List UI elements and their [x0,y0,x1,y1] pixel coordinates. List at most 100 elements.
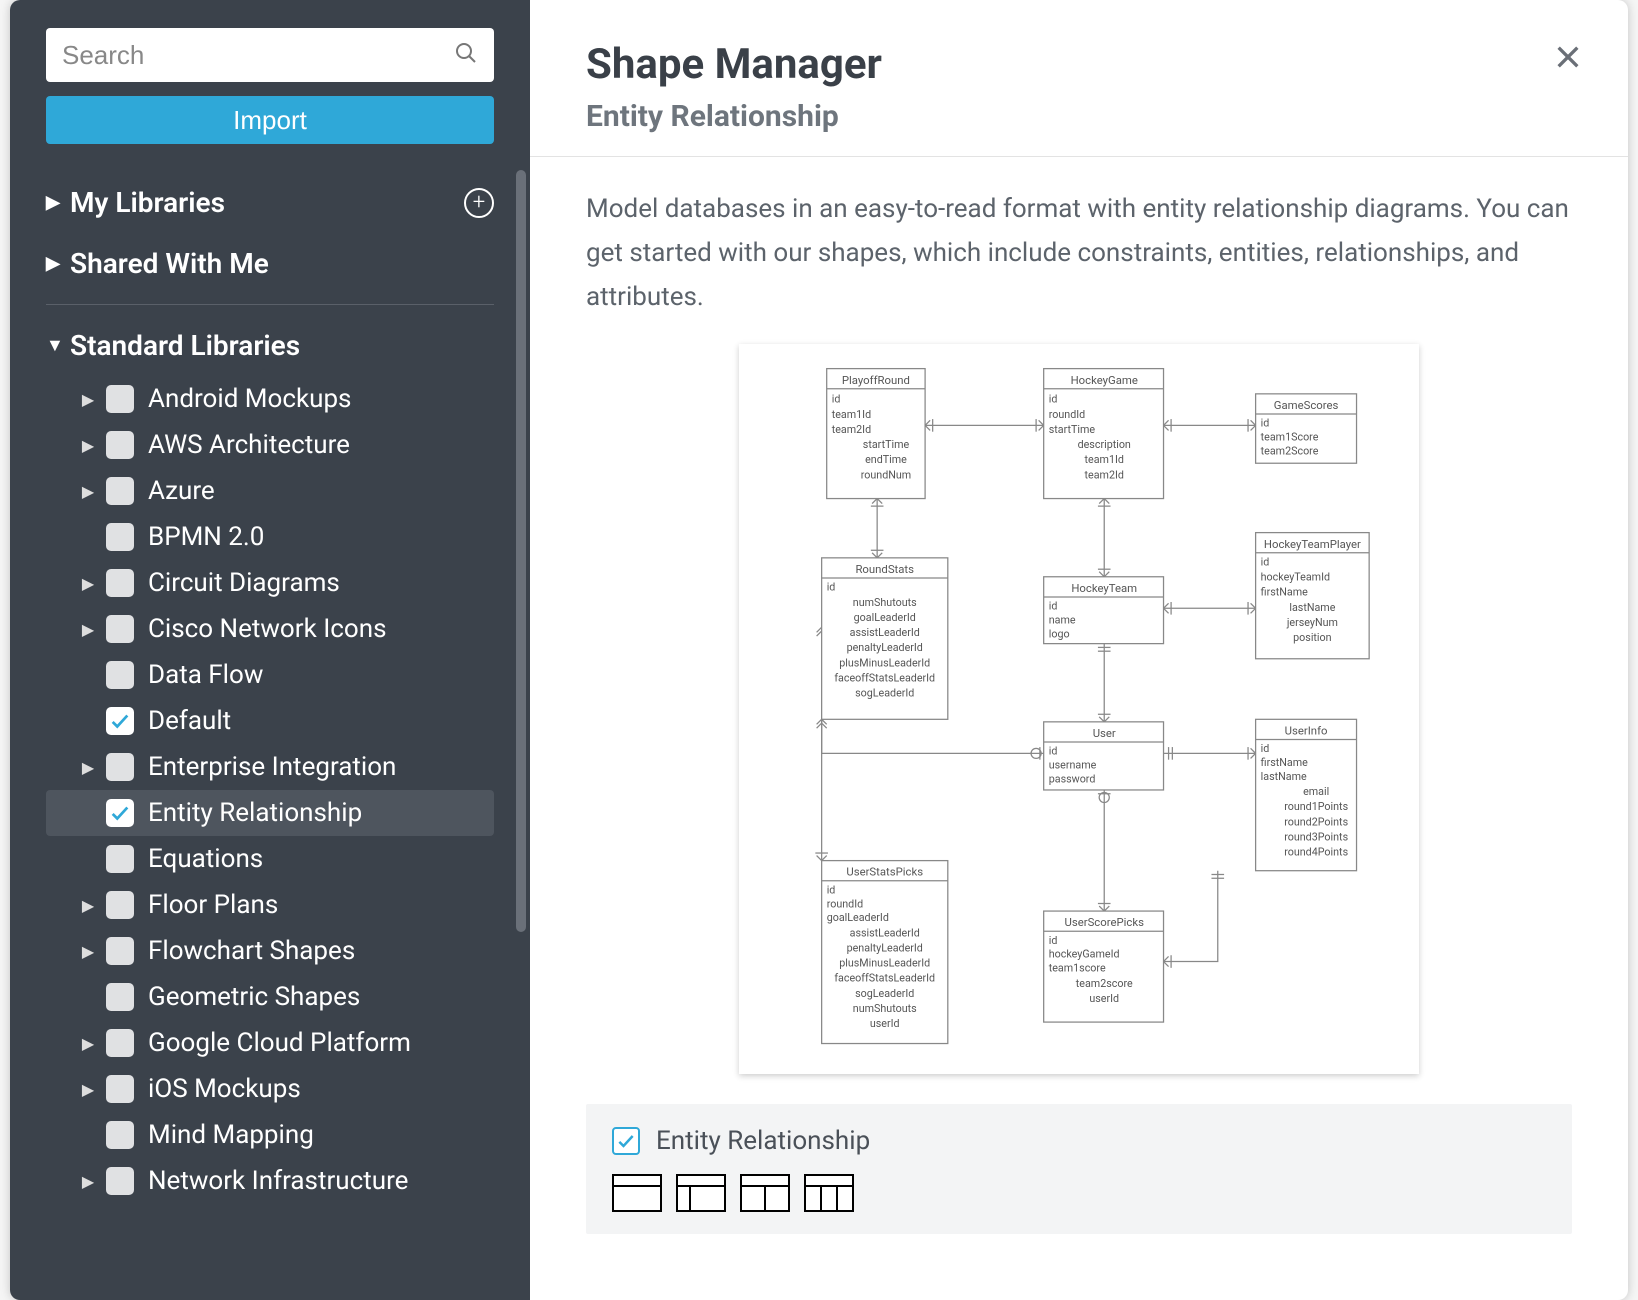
er-shape-2[interactable] [676,1174,726,1212]
svg-text:User: User [1093,726,1116,740]
svg-text:penaltyLeaderId: penaltyLeaderId [847,941,923,954]
svg-text:email: email [1303,785,1329,798]
library-item[interactable]: ▶Default [46,698,494,744]
library-checkbox[interactable] [106,431,134,459]
library-label: Enterprise Integration [148,752,396,782]
caret-down-icon: ▼ [46,335,70,356]
library-checkbox[interactable] [106,1029,134,1057]
library-checkbox[interactable] [106,983,134,1011]
library-checkbox[interactable] [106,477,134,505]
library-item[interactable]: ▶Entity Relationship [46,790,494,836]
section-label: My Libraries [70,186,225,219]
entity-playoff-round: PlayoffRound id team1Id team2Id startTim… [827,368,925,498]
library-checkbox[interactable] [106,569,134,597]
library-item[interactable]: ▶AWS Architecture [46,422,494,468]
library-item[interactable]: ▶Mind Mapping [46,1112,494,1158]
library-label: Data Flow [148,660,263,690]
svg-text:hockeyTeamId: hockeyTeamId [1261,570,1330,583]
shape-manager-dialog: Import ▶ My Libraries + ▶ Shared With Me… [10,0,1628,1300]
library-item[interactable]: ▶Azure [46,468,494,514]
library-item[interactable]: ▶Android Mockups [46,376,494,422]
card-title: Entity Relationship [656,1126,870,1156]
library-item[interactable]: ▶Data Flow [46,652,494,698]
add-library-icon[interactable]: + [464,188,494,218]
import-button[interactable]: Import [46,96,494,144]
close-icon [1552,41,1584,73]
library-item[interactable]: ▶Circuit Diagrams [46,560,494,606]
svg-text:password: password [1049,772,1096,785]
library-item[interactable]: ▶Equations [46,836,494,882]
svg-text:startTime: startTime [1049,423,1096,436]
svg-text:UserInfo: UserInfo [1285,723,1328,737]
library-checkbox[interactable] [106,1167,134,1195]
er-shape-3[interactable] [740,1174,790,1212]
library-checkbox[interactable] [612,1127,640,1155]
library-checkbox[interactable] [106,385,134,413]
library-checkbox[interactable] [106,661,134,689]
scrollbar[interactable] [516,170,526,1290]
er-shape-4[interactable] [804,1174,854,1212]
section-shared[interactable]: ▶ Shared With Me [46,233,494,294]
library-item[interactable]: ▶Geometric Shapes [46,974,494,1020]
svg-text:sogLeaderId: sogLeaderId [855,986,914,999]
check-icon [109,710,131,732]
sidebar-scroll[interactable]: ▶ My Libraries + ▶ Shared With Me ▼ Stan… [10,162,530,1300]
page-subtitle: Entity Relationship [586,99,1572,134]
library-item[interactable]: ▶BPMN 2.0 [46,514,494,560]
scrollbar-thumb[interactable] [516,170,526,932]
close-button[interactable] [1552,38,1584,83]
library-checkbox[interactable] [106,1121,134,1149]
library-checkbox[interactable] [106,891,134,919]
library-label: Circuit Diagrams [148,568,340,598]
svg-text:team1score: team1score [1049,961,1106,974]
library-item[interactable]: ▶iOS Mockups [46,1066,494,1112]
svg-text:id: id [1261,555,1270,568]
library-item[interactable]: ▶Enterprise Integration [46,744,494,790]
svg-text:jerseyNum: jerseyNum [1286,616,1338,629]
main-panel: Shape Manager Entity Relationship Model … [530,0,1628,1300]
search-input[interactable] [46,28,494,82]
svg-text:username: username [1049,758,1097,771]
library-checkbox[interactable] [106,845,134,873]
svg-text:round4Points: round4Points [1284,845,1348,858]
svg-text:userId: userId [870,1017,900,1030]
library-checkbox[interactable] [106,523,134,551]
tree-section: ▶ My Libraries + ▶ Shared With Me ▼ Stan… [10,172,530,1204]
library-item[interactable]: ▶Floor Plans [46,882,494,928]
library-checkbox[interactable] [106,707,134,735]
section-standard[interactable]: ▼ Standard Libraries [46,315,494,376]
library-item[interactable]: ▶Cisco Network Icons [46,606,494,652]
svg-text:id: id [827,580,836,593]
main-body: Model databases in an easy-to-read forma… [530,157,1628,1264]
library-item[interactable]: ▶Network Infrastructure [46,1158,494,1204]
svg-text:RoundStats: RoundStats [855,562,914,576]
svg-text:startTime: startTime [863,438,910,451]
svg-text:faceoffStatsLeaderId: faceoffStatsLeaderId [834,671,935,684]
library-checkbox[interactable] [106,799,134,827]
library-label: Cisco Network Icons [148,614,386,644]
sidebar-top: Import [10,0,530,162]
svg-text:UserScorePicks: UserScorePicks [1065,915,1145,929]
svg-text:PlayoffRound: PlayoffRound [842,372,910,386]
library-item[interactable]: ▶Flowchart Shapes [46,928,494,974]
library-checkbox[interactable] [106,937,134,965]
library-label: Default [148,706,231,736]
shape-row [612,1174,1546,1212]
library-label: BPMN 2.0 [148,522,264,552]
library-checkbox[interactable] [106,615,134,643]
library-checkbox[interactable] [106,1075,134,1103]
library-label: Floor Plans [148,890,278,920]
check-icon [109,802,131,824]
library-item[interactable]: ▶Google Cloud Platform [46,1020,494,1066]
svg-text:id: id [1049,392,1058,405]
er-shape-1[interactable] [612,1174,662,1212]
entity-hockey-game: HockeyGame id roundId startTime descript… [1044,368,1164,498]
search-wrap [46,28,494,82]
er-diagram: PlayoffRound id team1Id team2Id startTim… [751,356,1407,1062]
section-label: Shared With Me [70,247,269,280]
svg-text:round2Points: round2Points [1284,815,1348,828]
section-my-libraries[interactable]: ▶ My Libraries + [46,172,494,233]
svg-text:HockeyGame: HockeyGame [1071,372,1138,386]
caret-right-icon: ▶ [46,253,70,274]
library-checkbox[interactable] [106,753,134,781]
